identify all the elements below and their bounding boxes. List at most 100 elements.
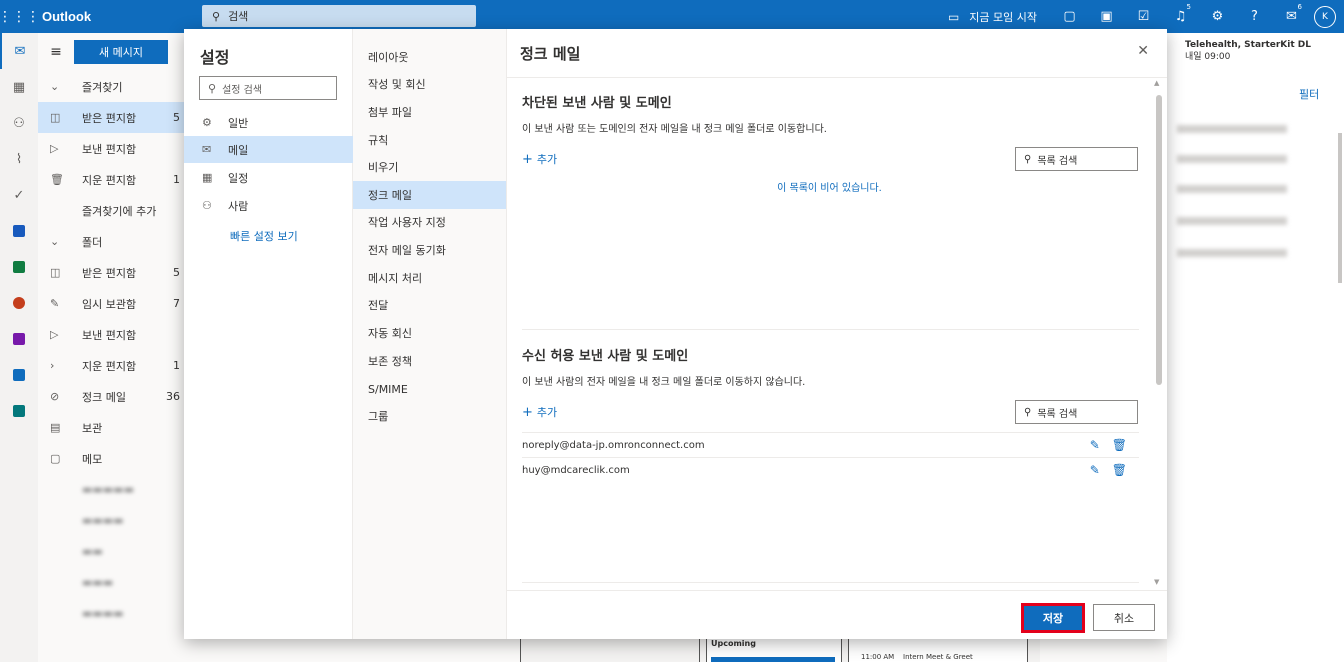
todo-icon[interactable]: ☑ (1125, 9, 1162, 24)
folder-junk[interactable]: ⊘ 정크 메일 36 (38, 381, 202, 412)
section-junk[interactable]: 정크 메일 (353, 181, 506, 209)
folder-archive[interactable]: ▤ 보관 (38, 412, 202, 443)
safe-search-input[interactable]: ⚲ 목록 검색 (1015, 400, 1138, 424)
edit-icon[interactable]: ✎ (1090, 438, 1100, 452)
section-customize-actions[interactable]: 작업 사용자 지정 (353, 208, 506, 236)
trash-icon[interactable]: 🗑 (1112, 438, 1127, 452)
close-icon[interactable]: ✕ (1137, 43, 1149, 59)
settings-gear-icon[interactable]: ⚙ (1199, 9, 1236, 24)
app-launcher-icon[interactable]: ⋮⋮⋮ (0, 0, 40, 33)
excel-icon[interactable] (0, 249, 38, 285)
mail-rail-icon[interactable]: ✉ (0, 33, 38, 69)
attachment-rail-icon[interactable]: ⌇ (0, 141, 38, 177)
section-attachments[interactable]: 첨부 파일 (353, 98, 506, 126)
folder-deleted[interactable]: › 지운 편지함 1 (38, 350, 202, 381)
category-mail[interactable]: ✉ 메일 (184, 136, 353, 163)
section-auto-reply[interactable]: 자동 회신 (353, 319, 506, 347)
dialog-footer: 저장 취소 (507, 590, 1167, 639)
people-rail-icon[interactable]: ⚇ (0, 105, 38, 141)
plus-icon: + (522, 152, 533, 167)
blurred-mail-row[interactable] (1177, 155, 1287, 163)
meet-now-button[interactable]: ▭ 지금 모임 시작 (948, 9, 1037, 25)
feedback-icon[interactable]: ✉ 6 (1273, 3, 1310, 24)
quick-settings-link[interactable]: 빠른 설정 보기 (230, 228, 298, 244)
mail-list-scrollbar[interactable] (1338, 133, 1342, 283)
favorites-header[interactable]: ⌄ 즐겨찾기 (38, 71, 202, 102)
trash-icon[interactable]: 🗑 (1112, 463, 1127, 477)
blurred-folder[interactable]: ▬▬▬▬ (38, 598, 202, 629)
search-input[interactable]: ⚲ 검색 (202, 5, 476, 27)
powerpoint-icon[interactable] (0, 285, 38, 321)
add-safe-button[interactable]: + 추가 (522, 404, 557, 420)
avatar[interactable]: K (1314, 5, 1336, 28)
blocked-search-input[interactable]: ⚲ 목록 검색 (1015, 147, 1138, 171)
blurred-mail-row[interactable] (1177, 125, 1287, 133)
section-groups[interactable]: 그룹 (353, 402, 506, 430)
filter-button[interactable]: 필터 (1299, 86, 1319, 102)
section-smime[interactable]: S/MIME (353, 375, 506, 403)
plus-icon: + (522, 405, 533, 420)
calendar-icon: ▦ (202, 171, 213, 184)
section-rules[interactable]: 규칙 (353, 126, 506, 154)
search-icon: ⚲ (1024, 406, 1032, 418)
category-general[interactable]: ⚙ 일반 (184, 109, 353, 136)
edit-icon[interactable]: ✎ (1090, 463, 1100, 477)
search-icon: ⚲ (208, 81, 217, 95)
section-sweep[interactable]: 비우기 (353, 153, 506, 181)
video-icon: ▭ (947, 9, 960, 24)
settings-dialog: 설정 ⚲ 설정 검색 ⚙ 일반 ✉ 메일 ▦ 일정 ⚇ 사람 빠른 설정 보기 레이아웃… (184, 29, 1167, 639)
notification-icon[interactable]: ♫ 5 (1162, 3, 1199, 24)
section-compose[interactable]: 작성 및 회신 (353, 70, 506, 98)
scroll-down-icon[interactable]: ▼ (1154, 578, 1159, 586)
new-message-button[interactable]: 새 메시지 (74, 40, 168, 64)
folders-header[interactable]: ⌄ 폴더 (38, 226, 202, 257)
folder-inbox[interactable]: ◫ 받은 편지함 5 (38, 257, 202, 288)
teams-rail-icon[interactable] (0, 357, 38, 393)
settings-search-input[interactable]: ⚲ 설정 검색 (199, 76, 337, 100)
category-people[interactable]: ⚇ 사람 (184, 192, 353, 219)
word-icon[interactable] (0, 213, 38, 249)
folder-sent-fav[interactable]: ▷ 보낸 편지함 (38, 133, 202, 164)
section-layout[interactable]: 레이아웃 (353, 43, 506, 71)
chat-icon[interactable]: ▢ (1051, 9, 1088, 24)
scroll-up-icon[interactable]: ▲ (1154, 79, 1159, 87)
mail-icon: ✉ (202, 143, 212, 156)
folder-sent[interactable]: ▷ 보낸 편지함 (38, 319, 202, 350)
blurred-mail-row[interactable] (1177, 185, 1287, 193)
section-retention[interactable]: 보존 정책 (353, 347, 506, 375)
folder-notes[interactable]: ▢ 메모 (38, 443, 202, 474)
upcoming-event[interactable]: Telehealth, StarterKit DL 내일 09:00 (1185, 39, 1311, 63)
folder-inbox-fav[interactable]: ◫ 받은 편지함 5 (38, 102, 202, 133)
blurred-folder[interactable]: ▬▬▬ (38, 567, 202, 598)
search-icon: ⚲ (1024, 153, 1032, 165)
settings-categories: 설정 ⚲ 설정 검색 ⚙ 일반 ✉ 메일 ▦ 일정 ⚇ 사람 빠른 설정 보기 (184, 29, 353, 639)
blurred-folder[interactable]: ▬▬ (38, 536, 202, 567)
calendar-rail-icon[interactable]: ▦ (0, 69, 38, 105)
category-calendar[interactable]: ▦ 일정 (184, 164, 353, 191)
blurred-folder[interactable]: ▬▬▬▬ (38, 505, 202, 536)
todo-rail-icon[interactable]: ✓ (0, 177, 38, 213)
help-icon[interactable]: ? (1236, 9, 1273, 24)
onenote-icon[interactable] (0, 321, 38, 357)
app-name[interactable]: Outlook (42, 9, 202, 24)
chevron-down-icon: ⌄ (50, 235, 60, 248)
blurred-mail-row[interactable] (1177, 249, 1287, 257)
add-favorite-link[interactable]: 즐겨찾기에 추가 (38, 195, 202, 226)
add-blocked-button[interactable]: + 추가 (522, 151, 557, 167)
pane-scrollbar[interactable] (1156, 95, 1162, 385)
teams-icon[interactable]: ▣ (1088, 9, 1125, 24)
cancel-button[interactable]: 취소 (1093, 604, 1155, 631)
section-message-handling[interactable]: 메시지 처리 (353, 264, 506, 292)
save-button[interactable]: 저장 (1021, 603, 1085, 633)
blurred-folder[interactable]: ▬▬▬▬▬ (38, 474, 202, 505)
chevron-down-icon: ⌄ (50, 80, 60, 93)
sharepoint-icon[interactable] (0, 393, 38, 429)
menu-icon[interactable]: ≡ (38, 44, 74, 60)
section-forwarding[interactable]: 전달 (353, 291, 506, 319)
mail-list-background: Telehealth, StarterKit DL 내일 09:00 필터 (1167, 33, 1344, 662)
blurred-mail-row[interactable] (1177, 217, 1287, 225)
section-sync[interactable]: 전자 메일 동기화 (353, 236, 506, 264)
folder-drafts[interactable]: ✎ 임시 보관함 7 (38, 288, 202, 319)
mail-settings-sections: 레이아웃 작성 및 회신 첨부 파일 규칙 비우기 정크 메일 작업 사용자 지… (353, 29, 507, 639)
folder-deleted-fav[interactable]: 🗑 지운 편지함 1 (38, 164, 202, 195)
